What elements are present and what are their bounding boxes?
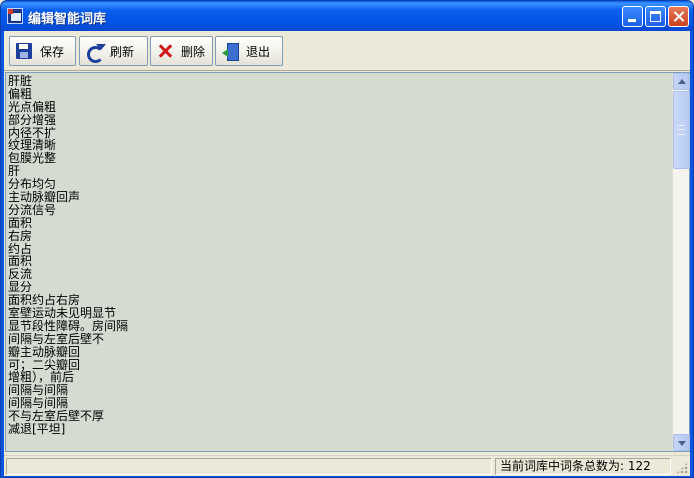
delete-button[interactable]: 删除 xyxy=(150,36,213,66)
word-line: 减退[平坦] xyxy=(8,422,66,437)
word-line: 主动脉瓣回声 xyxy=(8,190,81,205)
delete-x-icon xyxy=(157,43,173,59)
maximize-icon xyxy=(650,11,661,22)
word-line: 反流 xyxy=(8,267,33,282)
word-line: 右房 xyxy=(8,228,33,243)
word-line: 分布均匀 xyxy=(8,177,57,192)
minimize-button[interactable] xyxy=(622,6,643,27)
word-line: 包膜光整 xyxy=(8,151,57,166)
word-line: 显节段性障碍。房间隔 xyxy=(8,318,129,333)
delete-button-label: 删除 xyxy=(181,44,206,59)
word-line: 不与左室后壁不厚 xyxy=(8,409,105,424)
status-bar: 当前词库中词条总数为: 122 xyxy=(4,455,690,476)
word-line: 肝脏 xyxy=(8,75,33,88)
scroll-up-button[interactable] xyxy=(673,73,690,90)
scroll-down-button[interactable] xyxy=(673,434,690,451)
word-line: 纹理清晰 xyxy=(8,138,57,153)
main-window: 编辑智能词库 保存 刷新 删除 退出 肝脏 偏粗 光点偏粗 部分增强内径不扩 纹… xyxy=(0,0,694,478)
app-icon[interactable] xyxy=(7,8,23,24)
word-line: 光点偏粗 xyxy=(8,99,57,114)
close-icon xyxy=(669,7,688,26)
resize-grip-icon[interactable] xyxy=(676,462,688,474)
word-line: 显分 xyxy=(8,280,33,295)
maximize-button[interactable] xyxy=(645,6,666,27)
save-button-label: 保存 xyxy=(40,44,65,59)
word-count-status: 当前词库中词条总数为: 122 xyxy=(495,458,671,475)
title-bar[interactable]: 编辑智能词库 xyxy=(1,1,693,31)
refresh-button[interactable]: 刷新 xyxy=(79,36,148,66)
toolbar: 保存 刷新 删除 退出 xyxy=(4,31,690,71)
window-title: 编辑智能词库 xyxy=(28,12,107,27)
word-line: 面积 xyxy=(8,215,33,230)
scroll-thumb[interactable] xyxy=(673,91,690,169)
minimize-icon xyxy=(628,19,636,22)
exit-button-label: 退出 xyxy=(246,44,271,59)
word-line: 偏粗 xyxy=(8,86,33,101)
word-line: 约占 xyxy=(8,241,33,256)
save-button[interactable]: 保存 xyxy=(9,36,76,66)
refresh-button-label: 刷新 xyxy=(110,44,135,59)
word-line: 间隔与左室后壁不 xyxy=(8,331,105,346)
exit-button[interactable]: 退出 xyxy=(215,36,283,66)
refresh-icon xyxy=(86,43,106,63)
exit-door-icon xyxy=(222,43,239,61)
word-list-editor[interactable]: 肝脏 偏粗 光点偏粗 部分增强 内径不扩 纹理清晰 包膜光整肝分布均匀 主动脉瓣回声 分流信号面… xyxy=(5,72,690,452)
floppy-disk-icon xyxy=(16,43,32,59)
word-list-text[interactable]: 肝脏 偏粗 光点偏粗 部分增强 内径不扩 纹理清晰 包膜光整肝分布均匀 主动脉瓣回声 分流信号面… xyxy=(8,75,672,449)
word-line: 可；二尖瓣回 xyxy=(8,357,81,372)
word-line: 室壁运动未见明显节 xyxy=(8,306,117,321)
status-panel-left xyxy=(6,458,492,475)
close-button[interactable] xyxy=(668,6,689,27)
word-line: 间隔与间隔 xyxy=(8,396,69,411)
word-line: 增粗），前后 xyxy=(8,370,75,385)
word-line: 分流信号 xyxy=(8,202,57,217)
client-area: 保存 刷新 删除 退出 肝脏 偏粗 光点偏粗 部分增强 内径不扩 纹理清晰 包膜光整肝分布均… xyxy=(4,31,690,476)
word-line: 间隔与间隔 xyxy=(8,383,69,398)
word-line: 内径不扩 xyxy=(8,125,57,140)
word-line: 瓣主动脉瓣回 xyxy=(8,344,81,359)
word-line: 部分增强 xyxy=(8,112,57,127)
word-line: 肝 xyxy=(8,164,21,179)
word-line: 面积 xyxy=(8,254,33,269)
vertical-scrollbar[interactable] xyxy=(672,73,690,451)
